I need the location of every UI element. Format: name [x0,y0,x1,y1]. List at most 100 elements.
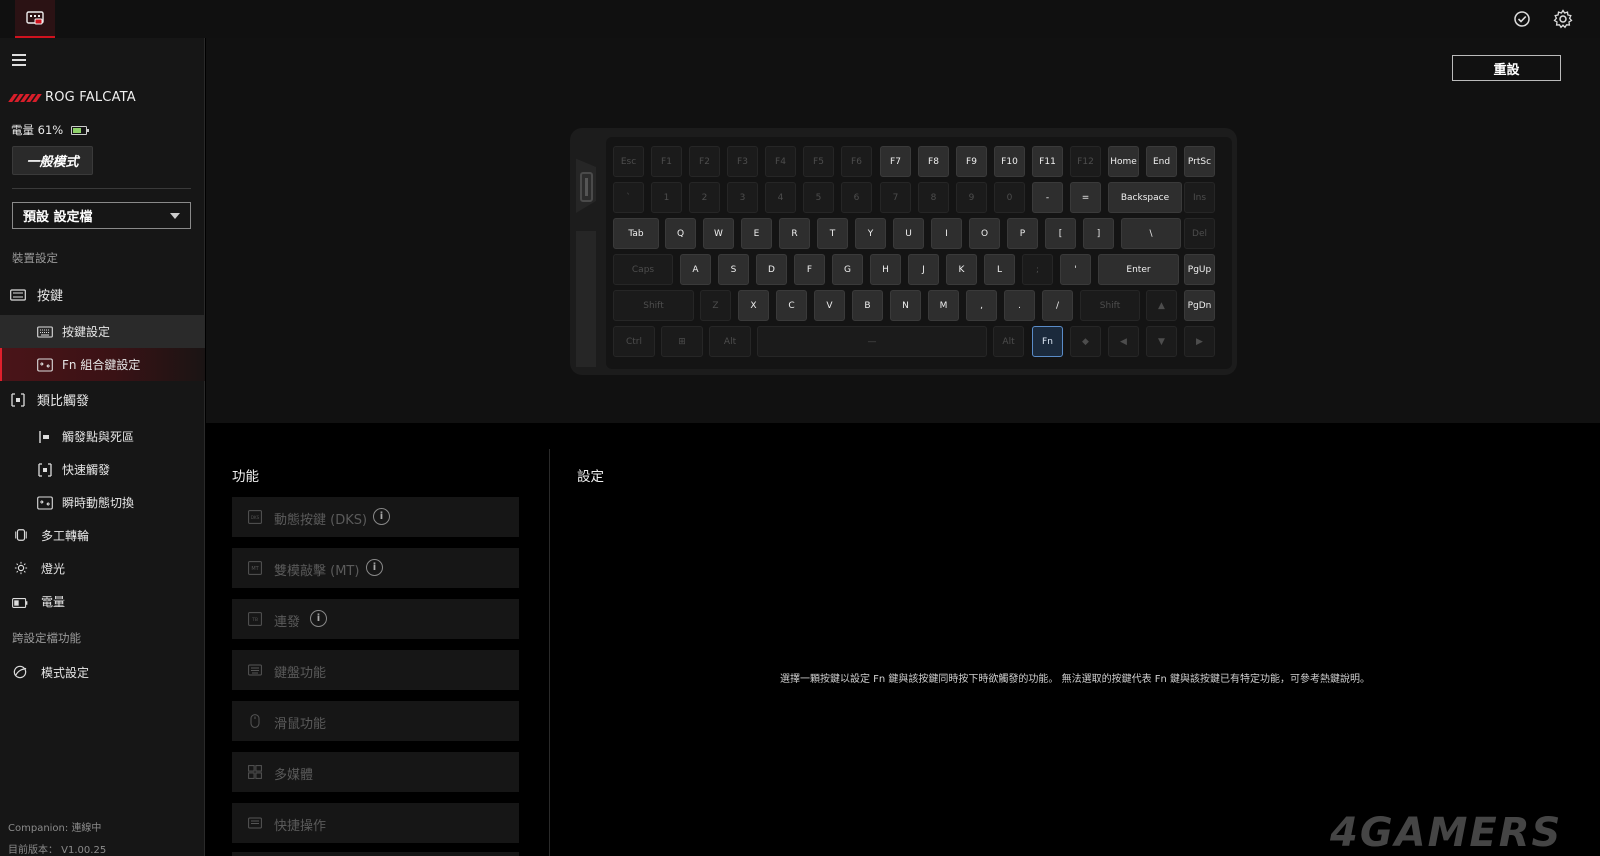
key-0-14[interactable]: End [1146,146,1177,177]
key-0-9[interactable]: F9 [956,146,987,177]
profile-select[interactable]: 預設 設定檔 [12,202,191,229]
function-item-turbo[interactable]: TB 連發 i [232,599,519,639]
function-item-dks[interactable]: DKS 動態按鍵 (DKS) i [232,497,519,537]
key-4-2[interactable]: X [738,290,769,321]
key-2-11[interactable]: [ [1045,218,1076,249]
keyboard-small-icon [37,326,53,338]
key-3-6[interactable]: H [870,254,901,285]
menu-icon[interactable] [12,54,26,66]
profile-select-value: 預設 設定檔 [23,210,93,225]
device-header: ROG FALCATA [8,90,136,105]
key-3-7[interactable]: J [908,254,939,285]
key-2-13[interactable]: \ [1121,218,1181,249]
info-icon[interactable]: i [366,559,383,576]
key-1-11[interactable]: - [1032,182,1063,213]
key-3-5[interactable]: G [832,254,863,285]
key-4-1: Z [700,290,731,321]
sidebar-item-actuation[interactable]: 觸發點與死區 [0,420,205,453]
sidebar-item-label: 瞬時動態切換 [62,496,135,510]
sidebar-item-fn-combo[interactable]: Fn 組合鍵設定 [0,348,205,381]
key-2-2[interactable]: W [703,218,734,249]
key-2-10[interactable]: P [1007,218,1038,249]
key-4-10[interactable]: / [1042,290,1073,321]
sidebar-item-rapid-trigger[interactable]: 快速觸發 [0,453,205,486]
mode-icon [13,665,27,679]
key-3-9[interactable]: L [984,254,1015,285]
svg-text:DKS: DKS [251,515,260,520]
info-icon[interactable]: i [310,610,327,627]
key-0-8[interactable]: F8 [918,146,949,177]
key-4-4[interactable]: V [814,290,845,321]
update-check-icon[interactable] [1512,9,1532,29]
key-3-12[interactable]: Enter [1098,254,1179,285]
key-3-1[interactable]: A [680,254,711,285]
key-2-6[interactable]: Y [855,218,886,249]
key-2-0[interactable]: Tab [613,218,659,249]
device-name: ROG FALCATA [45,90,136,105]
key-3-13[interactable]: PgUp [1184,254,1215,285]
key-3-11[interactable]: ' [1060,254,1091,285]
function-item-multimedia[interactable]: 多媒體 [232,752,519,792]
key-5-5[interactable]: Fn [1032,326,1063,357]
function-item-mouse[interactable]: 滑鼠功能 [232,701,519,741]
key-1-13[interactable]: Backspace [1108,182,1182,213]
sidebar-item-label: 按鍵 [37,289,64,304]
key-4-7[interactable]: M [928,290,959,321]
key-4-8[interactable]: , [966,290,997,321]
key-3-2[interactable]: S [718,254,749,285]
key-0-10[interactable]: F10 [994,146,1025,177]
key-4-3[interactable]: C [776,290,807,321]
key-0-11[interactable]: F11 [1032,146,1063,177]
key-4-6[interactable]: N [890,290,921,321]
key-4-9[interactable]: . [1004,290,1035,321]
key-5-8: ▼ [1146,326,1177,357]
info-icon[interactable]: i [373,508,390,525]
sidebar-item-battery[interactable]: 電量 [0,585,205,618]
sidebar-divider [12,188,191,189]
sidebar-item-dial[interactable]: 多工轉輪 [0,519,205,552]
key-2-12[interactable]: ] [1083,218,1114,249]
key-3-4[interactable]: F [794,254,825,285]
sidebar-item-mode-settings[interactable]: 模式設定 [0,656,205,689]
reset-button[interactable]: 重設 [1452,55,1561,81]
key-3-3[interactable]: D [756,254,787,285]
key-4-0: Shift [613,290,694,321]
function-item-label: 滑鼠功能 [274,717,327,732]
sidebar-item-lighting[interactable]: 燈光 [0,552,205,585]
mode-button[interactable]: 一般模式 [12,146,93,175]
key-0-5: F5 [803,146,834,177]
sidebar-item-analog-trigger[interactable]: 類比觸發 [0,383,205,416]
dynamic-switch-icon [37,496,53,510]
key-2-4[interactable]: R [779,218,810,249]
key-4-13[interactable]: PgDn [1184,290,1215,321]
key-2-9[interactable]: O [969,218,1000,249]
gear-icon[interactable] [1553,9,1573,29]
key-0-2: F2 [689,146,720,177]
key-0-15[interactable]: PrtSc [1184,146,1215,177]
function-item-keyboard[interactable]: 鍵盤功能 [232,650,519,690]
battery-status: 電量 61% [11,122,90,138]
key-4-5[interactable]: B [852,290,883,321]
function-item-label: 動態按鍵 (DKS) [274,513,368,528]
lighting-icon [14,561,28,575]
function-item-mt[interactable]: MT 雙模敲擊 (MT) i [232,548,519,588]
keyboard-device-icon [26,11,44,25]
function-item-shortcut[interactable]: 快捷操作 [232,803,519,843]
key-2-8[interactable]: I [931,218,962,249]
app-device-tab[interactable] [15,0,55,38]
key-2-1[interactable]: Q [665,218,696,249]
sidebar-item-dynamic-switch[interactable]: 瞬時動態切換 [0,486,205,519]
dial-icon [15,529,27,541]
key-2-7[interactable]: U [893,218,924,249]
key-2-5[interactable]: T [817,218,848,249]
key-1-12[interactable]: = [1070,182,1101,213]
sidebar-item-key-settings[interactable]: 按鍵設定 [0,315,205,348]
key-3-8[interactable]: K [946,254,977,285]
key-2-14: Del [1184,218,1215,249]
sidebar-item-keys[interactable]: 按鍵 [0,278,205,311]
key-0-7[interactable]: F7 [880,146,911,177]
key-2-3[interactable]: E [741,218,772,249]
panel-divider [549,449,550,856]
key-3-10: ; [1022,254,1053,285]
key-0-13[interactable]: Home [1108,146,1139,177]
